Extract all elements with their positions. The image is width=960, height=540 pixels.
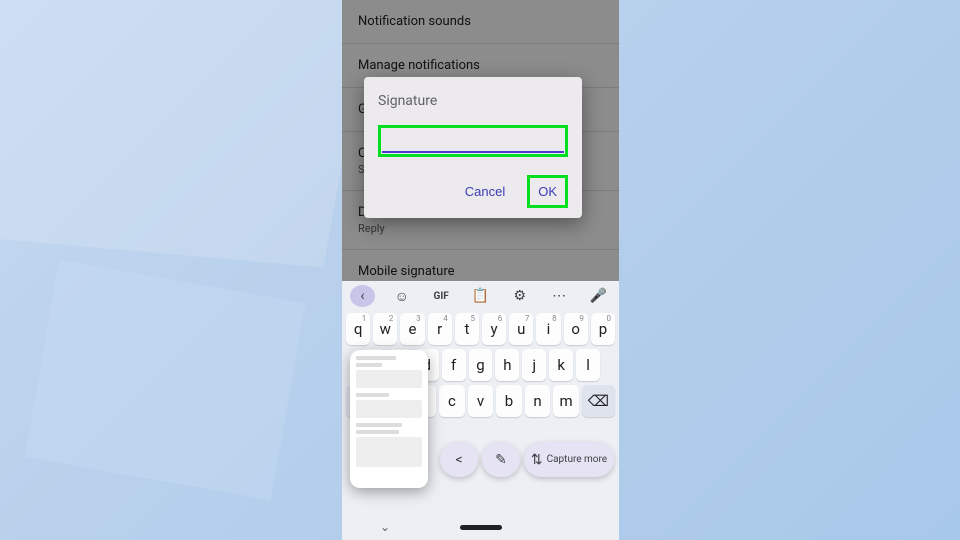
expand-icon: ⇅ [531,452,543,468]
more-icon[interactable]: ⋯ [547,285,572,307]
key-w[interactable]: w2 [373,313,397,345]
phone-screen: Notification sounds Manage notifications… [342,0,619,540]
cancel-button[interactable]: Cancel [457,178,513,205]
key-v[interactable]: v [468,385,494,417]
key-y[interactable]: y6 [482,313,506,345]
home-handle[interactable] [460,525,502,530]
share-icon: < [455,452,462,468]
back-icon[interactable]: ‹ [350,285,375,307]
backspace-key[interactable]: ⌫ [582,385,615,417]
share-button[interactable]: < [440,442,478,477]
key-e[interactable]: e3 [400,313,424,345]
key-k[interactable]: k [549,349,573,381]
highlight-ok: OK [527,175,568,208]
key-o[interactable]: o9 [564,313,588,345]
key-m[interactable]: m [553,385,579,417]
screenshot-thumbnail[interactable] [350,350,428,488]
key-i[interactable]: i8 [536,313,560,345]
signature-input[interactable] [382,129,564,153]
collapse-keyboard-icon[interactable]: ⌄ [380,520,390,534]
mic-icon[interactable]: 🎤 [586,285,611,307]
capture-more-label: Capture more [547,454,608,465]
key-j[interactable]: j [522,349,546,381]
key-n[interactable]: n [525,385,551,417]
edit-button[interactable]: ✎ [482,442,520,477]
key-c[interactable]: c [439,385,465,417]
nav-bar: ⌄ [342,514,619,540]
key-b[interactable]: b [496,385,522,417]
key-r[interactable]: r4 [428,313,452,345]
key-l[interactable]: l [576,349,600,381]
gear-icon[interactable]: ⚙ [507,285,532,307]
signature-dialog: Signature Cancel OK [364,77,582,218]
key-p[interactable]: p0 [591,313,615,345]
setting-notification-sounds[interactable]: Notification sounds [342,0,619,44]
key-t[interactable]: t5 [455,313,479,345]
pencil-icon: ✎ [495,452,507,468]
key-f[interactable]: f [442,349,466,381]
key-g[interactable]: g [469,349,493,381]
sticker-icon[interactable]: ☺ [389,285,414,307]
clipboard-icon[interactable]: 📋 [468,285,493,307]
capture-more-button[interactable]: ⇅ Capture more [524,442,614,477]
ok-button[interactable]: OK [530,178,565,205]
highlight-input [378,125,568,157]
key-u[interactable]: u7 [509,313,533,345]
key-h[interactable]: h [495,349,519,381]
key-q[interactable]: q1 [346,313,370,345]
gif-button[interactable]: GIF [429,285,454,307]
dialog-title: Signature [378,93,568,109]
